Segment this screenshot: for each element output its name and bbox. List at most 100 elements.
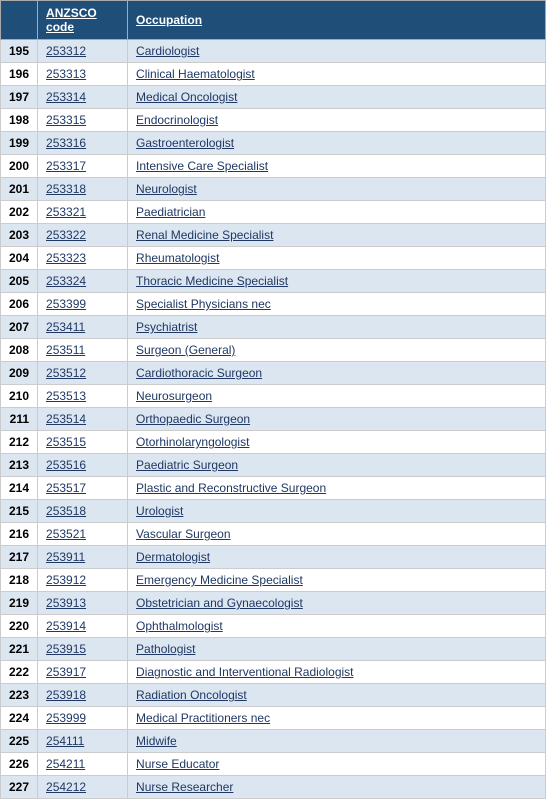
row-number: 197 [1,86,38,109]
table-row: 205253324Thoracic Medicine Specialist [1,270,546,293]
occupation-name[interactable]: Gastroenterologist [128,132,546,155]
row-number: 195 [1,40,38,63]
anzsco-code[interactable]: 253317 [38,155,128,178]
occupation-name[interactable]: Endocrinologist [128,109,546,132]
occupation-name[interactable]: Nurse Researcher [128,776,546,799]
occupation-name[interactable]: Specialist Physicians nec [128,293,546,316]
anzsco-code[interactable]: 253318 [38,178,128,201]
anzsco-code[interactable]: 253918 [38,684,128,707]
table-row: 217253911Dermatologist [1,546,546,569]
occupation-name[interactable]: Clinical Haematologist [128,63,546,86]
anzsco-code[interactable]: 253313 [38,63,128,86]
table-row: 221253915Pathologist [1,638,546,661]
table-row: 195253312Cardiologist [1,40,546,63]
anzsco-code[interactable]: 253324 [38,270,128,293]
occupation-name[interactable]: Obstetrician and Gynaecologist [128,592,546,615]
table-row: 222253917Diagnostic and Interventional R… [1,661,546,684]
row-number: 208 [1,339,38,362]
header-num [1,1,38,40]
occupation-name[interactable]: Nurse Educator [128,753,546,776]
anzsco-code[interactable]: 253521 [38,523,128,546]
row-number: 222 [1,661,38,684]
anzsco-code[interactable]: 253312 [38,40,128,63]
anzsco-code[interactable]: 253512 [38,362,128,385]
occupation-name[interactable]: Dermatologist [128,546,546,569]
anzsco-code[interactable]: 254211 [38,753,128,776]
occupation-name[interactable]: Rheumatologist [128,247,546,270]
anzsco-code[interactable]: 253913 [38,592,128,615]
occupation-name[interactable]: Emergency Medicine Specialist [128,569,546,592]
table-header-row: ANZSCO code Occupation [1,1,546,40]
anzsco-code[interactable]: 253315 [38,109,128,132]
occupation-name[interactable]: Otorhinolaryngologist [128,431,546,454]
table-row: 214253517Plastic and Reconstructive Surg… [1,477,546,500]
occupation-name[interactable]: Radiation Oncologist [128,684,546,707]
anzsco-code[interactable]: 254212 [38,776,128,799]
row-number: 200 [1,155,38,178]
occupation-name[interactable]: Diagnostic and Interventional Radiologis… [128,661,546,684]
occupation-name[interactable]: Renal Medicine Specialist [128,224,546,247]
occupation-name[interactable]: Neurosurgeon [128,385,546,408]
row-number: 196 [1,63,38,86]
anzsco-code[interactable]: 253917 [38,661,128,684]
anzsco-code[interactable]: 253514 [38,408,128,431]
anzsco-code[interactable]: 254111 [38,730,128,753]
anzsco-code[interactable]: 253323 [38,247,128,270]
occupation-name[interactable]: Paediatrician [128,201,546,224]
table-row: 198253315Endocrinologist [1,109,546,132]
row-number: 209 [1,362,38,385]
occupation-name[interactable]: Vascular Surgeon [128,523,546,546]
occupation-name[interactable]: Cardiologist [128,40,546,63]
table-row: 196253313Clinical Haematologist [1,63,546,86]
anzsco-code[interactable]: 253515 [38,431,128,454]
anzsco-code[interactable]: 253314 [38,86,128,109]
row-number: 201 [1,178,38,201]
row-number: 217 [1,546,38,569]
occupation-name[interactable]: Orthopaedic Surgeon [128,408,546,431]
occupation-name[interactable]: Pathologist [128,638,546,661]
occupation-name[interactable]: Cardiothoracic Surgeon [128,362,546,385]
row-number: 218 [1,569,38,592]
anzsco-code[interactable]: 253914 [38,615,128,638]
occupation-name[interactable]: Medical Practitioners nec [128,707,546,730]
table-row: 197253314Medical Oncologist [1,86,546,109]
occupation-name[interactable]: Medical Oncologist [128,86,546,109]
occupation-name[interactable]: Midwife [128,730,546,753]
occupation-name[interactable]: Plastic and Reconstructive Surgeon [128,477,546,500]
table-row: 200253317Intensive Care Specialist [1,155,546,178]
occupation-name[interactable]: Psychiatrist [128,316,546,339]
occupation-name[interactable]: Ophthalmologist [128,615,546,638]
anzsco-code[interactable]: 253322 [38,224,128,247]
occupation-name[interactable]: Surgeon (General) [128,339,546,362]
row-number: 204 [1,247,38,270]
anzsco-code[interactable]: 253911 [38,546,128,569]
anzsco-code[interactable]: 253399 [38,293,128,316]
anzsco-code[interactable]: 253518 [38,500,128,523]
row-number: 206 [1,293,38,316]
anzsco-code[interactable]: 253912 [38,569,128,592]
row-number: 223 [1,684,38,707]
table-row: 224253999Medical Practitioners nec [1,707,546,730]
occupation-name[interactable]: Paediatric Surgeon [128,454,546,477]
table-row: 213253516Paediatric Surgeon [1,454,546,477]
occupation-name[interactable]: Neurologist [128,178,546,201]
occupation-name[interactable]: Thoracic Medicine Specialist [128,270,546,293]
anzsco-code[interactable]: 253517 [38,477,128,500]
anzsco-code[interactable]: 253411 [38,316,128,339]
row-number: 220 [1,615,38,638]
anzsco-code[interactable]: 253316 [38,132,128,155]
row-number: 226 [1,753,38,776]
row-number: 199 [1,132,38,155]
occupation-name[interactable]: Intensive Care Specialist [128,155,546,178]
occupation-name[interactable]: Urologist [128,500,546,523]
anzsco-code[interactable]: 253516 [38,454,128,477]
anzsco-code[interactable]: 253513 [38,385,128,408]
anzsco-code[interactable]: 253915 [38,638,128,661]
anzsco-code[interactable]: 253999 [38,707,128,730]
header-anzsco-code: ANZSCO code [38,1,128,40]
table-row: 223253918Radiation Oncologist [1,684,546,707]
table-row: 203253322Renal Medicine Specialist [1,224,546,247]
anzsco-code[interactable]: 253321 [38,201,128,224]
row-number: 213 [1,454,38,477]
anzsco-code[interactable]: 253511 [38,339,128,362]
